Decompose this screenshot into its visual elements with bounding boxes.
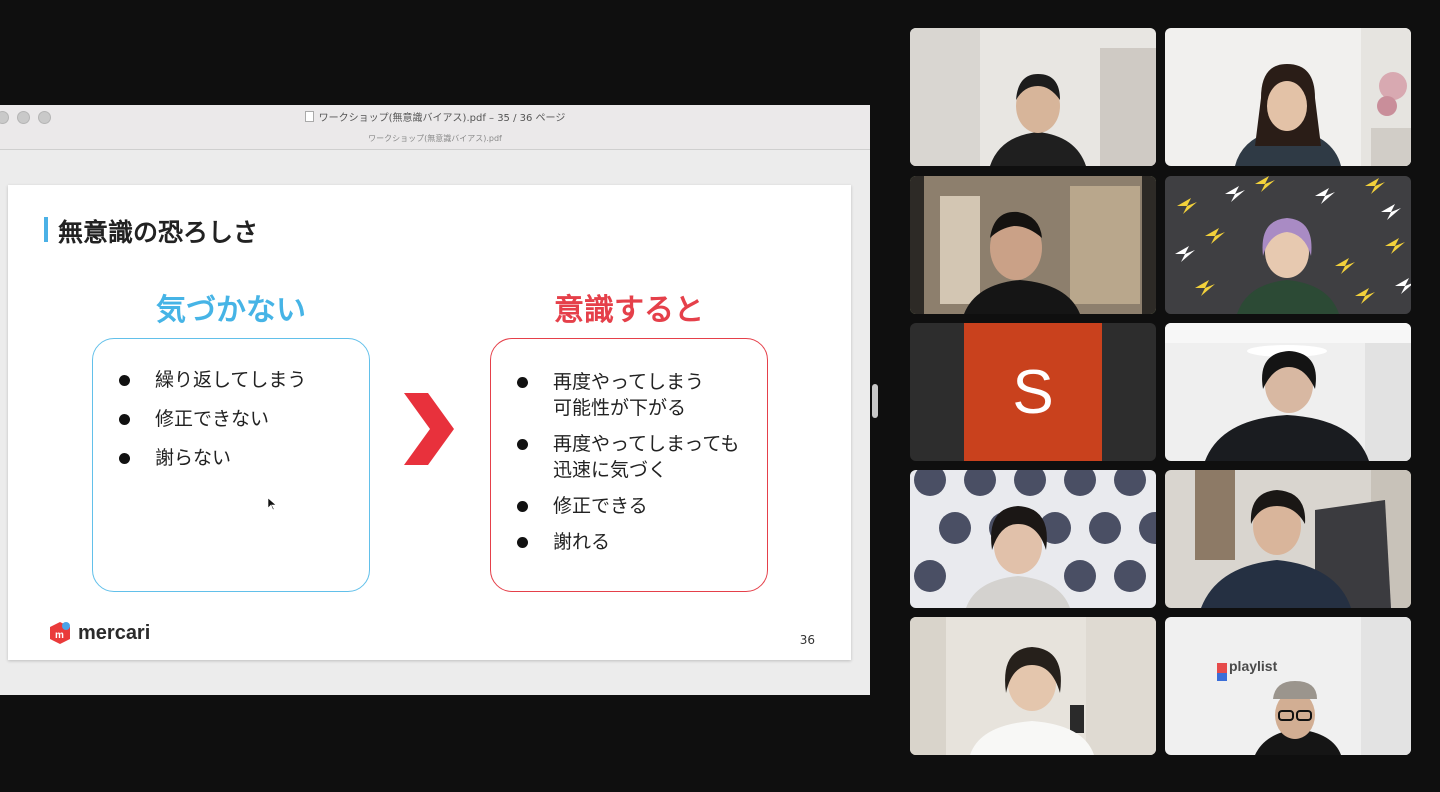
participant-video	[1165, 28, 1411, 166]
right-heading: 意識すると	[554, 293, 704, 328]
participant-video-tile[interactable]	[1165, 176, 1411, 314]
svg-text:m: m	[55, 630, 64, 641]
unaware-list: 繰り返してしまう 修正できない 謝らない	[117, 367, 306, 484]
left-heading: 気づかない	[156, 293, 306, 328]
list-item: 修正できる	[515, 493, 739, 519]
window-titlebar[interactable]: ワークショップ(無意識バイアス).pdf – 35 / 36 ページ ワークショ…	[0, 105, 870, 150]
aware-list: 再度やってしまう 可能性が下がる 再度やってしまっても 迅速に気づく 修正できる…	[515, 369, 739, 565]
active-speaker-video-tile[interactable]	[910, 176, 1156, 314]
backdrop-sign: playlist	[1229, 658, 1278, 674]
participant-video-tile[interactable]	[1165, 470, 1411, 608]
participant-avatar-tile[interactable]: S	[910, 323, 1156, 461]
participant-video	[910, 176, 1156, 314]
list-item: 再度やってしまっても 迅速に気づく	[515, 431, 739, 483]
window-subtitle: ワークショップ(無意識バイアス).pdf	[368, 134, 502, 143]
participant-video	[1165, 323, 1411, 461]
participant-video-tile[interactable]	[910, 470, 1156, 608]
mercari-logo: m mercari	[48, 621, 150, 645]
participant-video	[910, 617, 1156, 755]
mercari-logo-icon: m	[50, 622, 70, 644]
participant-video-tile[interactable]: playlist	[1165, 617, 1411, 755]
avatar-initial: S	[1012, 357, 1054, 427]
participant-video-tile[interactable]	[910, 28, 1156, 166]
mouse-cursor-icon	[268, 498, 276, 510]
avatar: S	[964, 323, 1102, 461]
participant-video	[1165, 176, 1411, 314]
document-icon	[304, 111, 314, 122]
participant-video-tile[interactable]	[1165, 323, 1411, 461]
logo-text: mercari	[78, 621, 151, 644]
participant-video	[1165, 617, 1411, 755]
list-item: 謝れる	[515, 529, 739, 555]
page-number: 36	[799, 633, 815, 647]
chevron-right-icon	[404, 393, 454, 465]
participant-video	[1165, 470, 1411, 608]
participant-video-tile[interactable]	[910, 617, 1156, 755]
list-item: 再度やってしまう 可能性が下がる	[515, 369, 739, 421]
participant-video-tile[interactable]	[1165, 28, 1411, 166]
participant-video	[910, 28, 1156, 166]
aware-box: 再度やってしまう 可能性が下がる 再度やってしまっても 迅速に気づく 修正できる…	[490, 338, 768, 592]
title-accent-bar	[44, 217, 48, 242]
unaware-box: 繰り返してしまう 修正できない 謝らない	[92, 338, 370, 592]
slide-page: 無意識の恐ろしさ 気づかない 意識すると 繰り返してしまう 修正できない 謝らな…	[8, 185, 851, 660]
participant-video	[910, 470, 1156, 608]
list-item: 繰り返してしまう	[117, 367, 306, 393]
shared-screen-window[interactable]: ワークショップ(無意識バイアス).pdf – 35 / 36 ページ ワークショ…	[0, 105, 870, 695]
window-title-text: ワークショップ(無意識バイアス).pdf – 35 / 36 ページ	[318, 113, 566, 124]
list-item: 謝らない	[117, 445, 306, 471]
slide-title: 無意識の恐ろしさ	[58, 218, 259, 247]
window-title: ワークショップ(無意識バイアス).pdf – 35 / 36 ページ	[0, 109, 870, 124]
split-view-handle[interactable]	[872, 384, 878, 418]
list-item: 修正できない	[117, 406, 306, 432]
